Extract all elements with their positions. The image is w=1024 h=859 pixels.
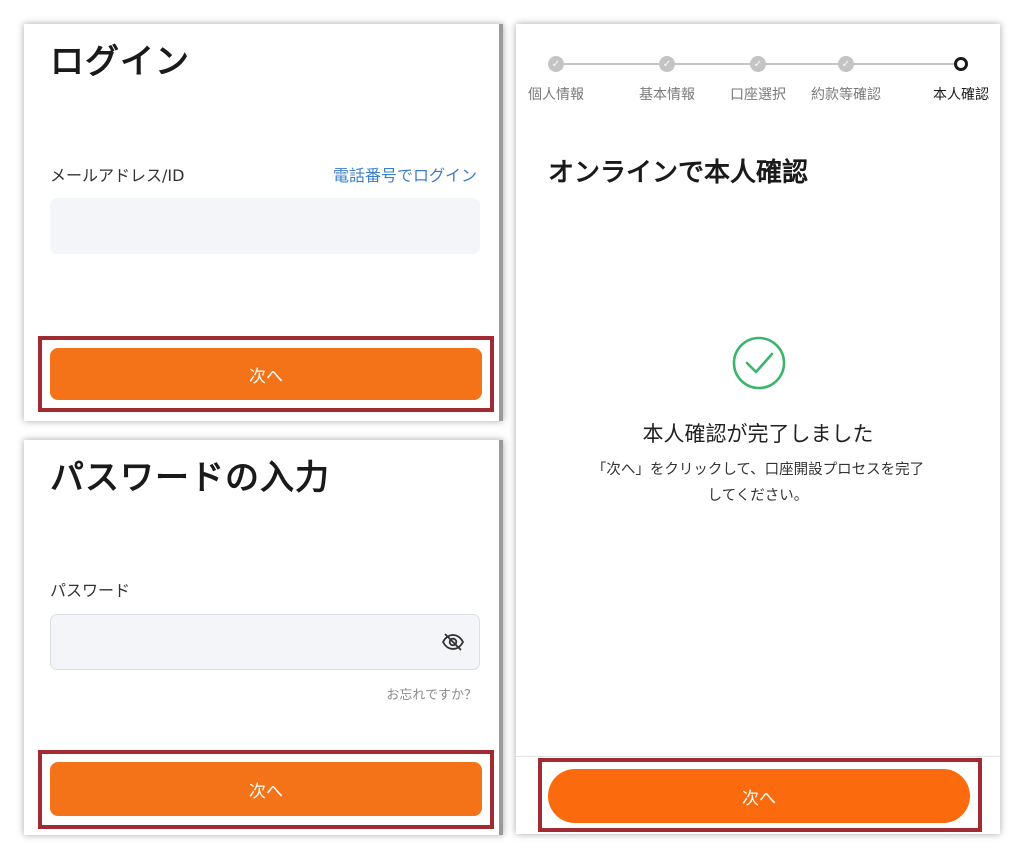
phone-login-link[interactable]: 電話番号でログイン <box>333 162 477 186</box>
description-line: してください。 <box>707 488 809 504</box>
description-line: 「次へ」をクリックして、口座開設プロセスを完了 <box>591 462 925 478</box>
password-label: パスワード <box>50 581 131 600</box>
forgot-password-link[interactable]: お忘れですか？ <box>386 684 477 703</box>
email-label: メールアドレス/ID <box>50 166 185 185</box>
step-label-current: 本人確認 <box>933 87 989 103</box>
step-check-icon: ✓ <box>750 56 766 72</box>
password-input[interactable] <box>50 614 480 670</box>
eye-slash-icon[interactable] <box>441 630 465 658</box>
email-input[interactable] <box>50 198 480 254</box>
login-title: ログイン <box>50 42 190 82</box>
verify-next-button[interactable]: 次へ <box>548 769 970 823</box>
step-current-icon <box>954 57 968 71</box>
progress-stepper: ✓ 個人情報 ✓ 基本情報 ✓ 口座選択 ✓ 約款等確認 本人確認 <box>516 54 1000 114</box>
password-title: パスワードの入力 <box>50 458 330 498</box>
password-next-button[interactable]: 次へ <box>50 762 482 816</box>
password-panel: パスワードの入力 パスワード お忘れですか？ 次へ <box>24 440 503 835</box>
step-label: 約款等確認 <box>811 87 881 103</box>
step-check-icon: ✓ <box>659 56 675 72</box>
login-next-button[interactable]: 次へ <box>50 348 482 400</box>
step-check-icon: ✓ <box>838 56 854 72</box>
footer-divider <box>516 756 1000 757</box>
step-label: 個人情報 <box>528 87 584 103</box>
step-label: 基本情報 <box>639 87 695 103</box>
verify-title: オンラインで本人確認 <box>548 158 809 188</box>
verify-panel: ✓ 個人情報 ✓ 基本情報 ✓ 口座選択 ✓ 約款等確認 本人確認 オンラインで… <box>516 24 1000 834</box>
step-check-icon: ✓ <box>548 56 564 72</box>
verification-complete-title: 本人確認が完了しました <box>642 422 874 446</box>
login-panel: ログイン メールアドレス/ID 電話番号でログイン 次へ <box>24 24 503 421</box>
step-label: 口座選択 <box>730 87 786 103</box>
success-check-icon <box>732 336 786 390</box>
verification-complete-description: 「次へ」をクリックして、口座開設プロセスを完了 してください。 <box>556 457 960 509</box>
